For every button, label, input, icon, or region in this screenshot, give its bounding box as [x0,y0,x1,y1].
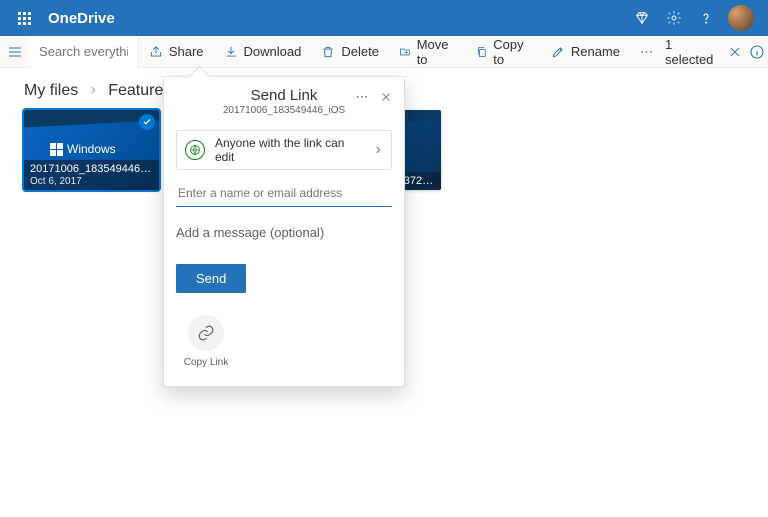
download-label: Download [244,44,302,59]
recipient-input[interactable] [176,180,392,207]
link-permission-button[interactable]: Anyone with the link can edit [176,130,392,170]
trash-icon [321,45,335,59]
file-date: Oct 6, 2017 [30,176,153,187]
copyto-label: Copy to [493,37,531,67]
globe-icon [185,140,205,160]
help-button[interactable] [690,2,722,34]
rename-label: Rename [571,44,620,59]
diamond-icon [634,10,650,26]
moveto-icon [399,45,411,59]
gear-icon [666,10,682,26]
chevron-right-icon [88,82,98,100]
download-icon [224,45,238,59]
share-dialog-subtitle: 20171006_183549446_iOS [204,105,364,116]
hamburger-icon [7,44,23,60]
clear-selection-button[interactable] [724,45,746,59]
share-dialog: Send Link 20171006_183549446_iOS ⋯ Anyon… [163,76,405,387]
moveto-label: Move to [417,37,456,67]
moveto-button[interactable]: Move to [389,36,466,67]
brand-title: OneDrive [48,10,115,27]
info-icon [749,44,765,60]
close-icon [728,45,742,59]
copyto-button[interactable]: Copy to [466,36,541,67]
search-box[interactable] [29,36,139,68]
rename-button[interactable]: Rename [541,36,630,67]
premium-button[interactable] [626,2,658,34]
settings-button[interactable] [658,2,690,34]
ellipsis-icon: ⋯ [352,87,372,107]
waffle-icon [18,12,31,25]
share-dialog-title: Send Link [204,87,364,104]
selected-checkmark-icon [139,114,155,130]
delete-button[interactable]: Delete [311,36,389,67]
copy-link-label: Copy Link [178,357,234,368]
send-button[interactable]: Send [176,264,246,293]
download-button[interactable]: Download [214,36,312,67]
share-icon [149,45,163,59]
ellipsis-icon: ⋯ [640,44,655,59]
details-pane-button[interactable] [746,44,768,60]
delete-label: Delete [341,44,379,59]
help-icon [698,10,714,26]
link-icon [197,324,215,342]
breadcrumb-root[interactable]: My files [24,82,78,100]
account-avatar[interactable] [728,5,754,31]
nav-toggle-button[interactable] [0,44,29,60]
share-more-button[interactable]: ⋯ [352,87,372,107]
share-label: Share [169,44,204,59]
rename-icon [551,45,565,59]
more-commands-button[interactable]: ⋯ [630,44,665,60]
message-input[interactable]: Add a message (optional) [176,225,392,240]
selection-count: 1 selected [665,37,724,67]
search-input[interactable] [39,44,128,59]
share-button[interactable]: Share [139,36,214,67]
share-close-button[interactable] [376,87,396,107]
permission-label: Anyone with the link can edit [215,136,363,164]
file-name: 20171006_183549446_iO... [30,163,153,175]
windows-logo-icon: Windows [50,142,116,156]
app-launcher-button[interactable] [8,2,40,34]
copyto-icon [476,45,488,59]
close-icon [380,91,392,103]
chevron-right-icon [373,143,383,158]
copy-link-button[interactable] [188,315,224,351]
file-tile[interactable]: Windows 20171006_183549446_iO... Oct 6, … [24,110,159,190]
